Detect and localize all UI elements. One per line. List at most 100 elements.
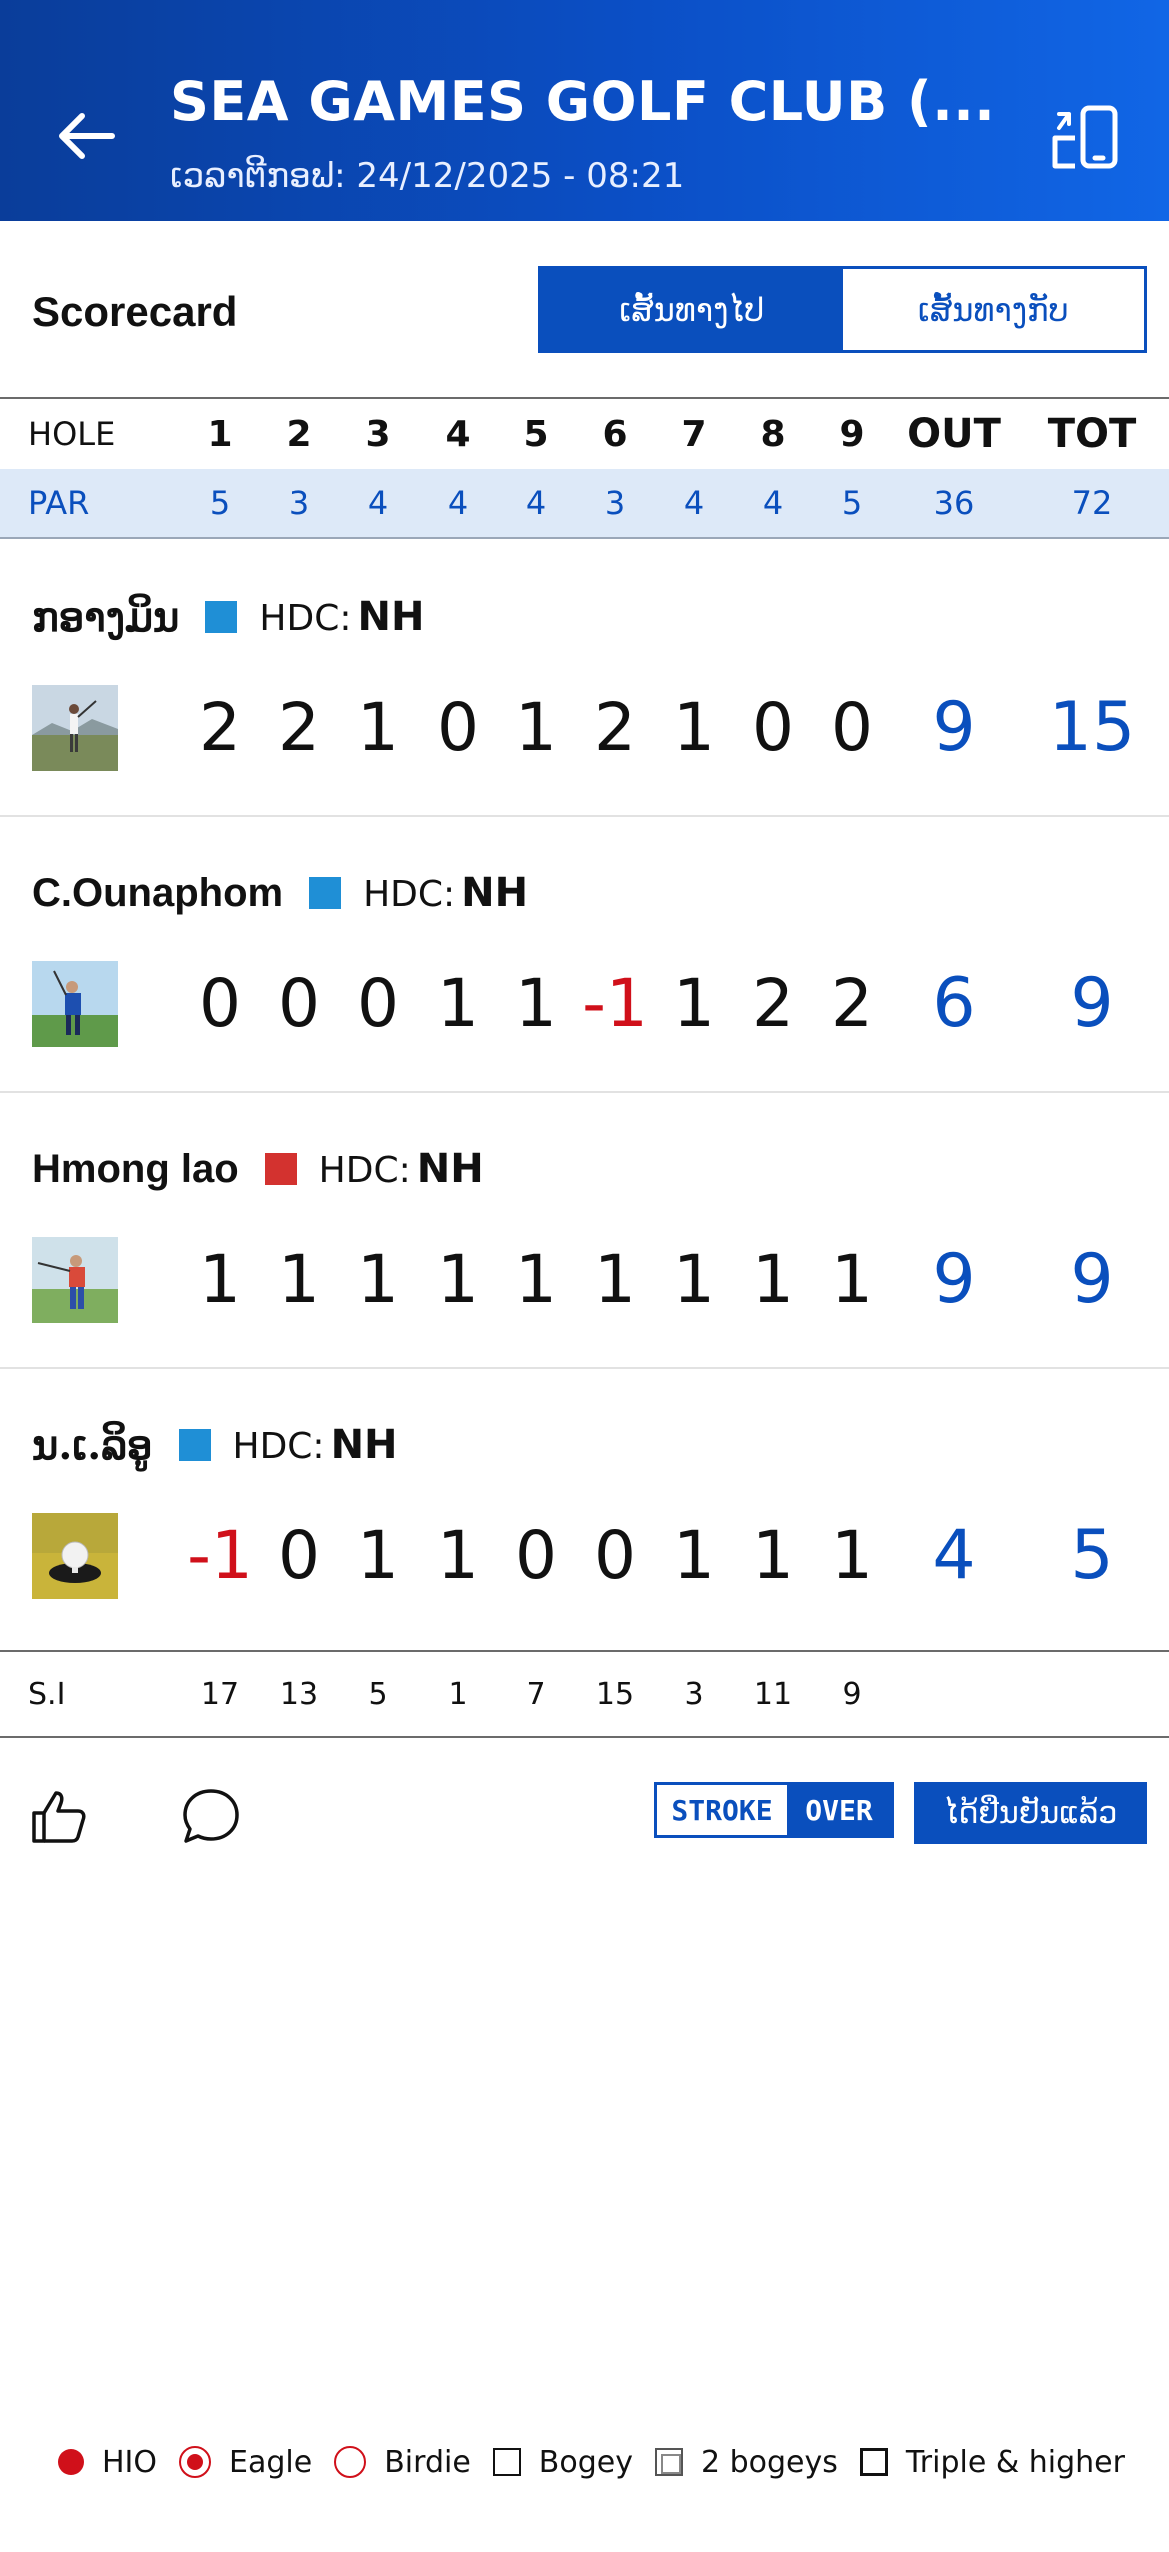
player-name[interactable]: ນ.ເ.ລິອູ: [32, 1422, 153, 1469]
hole-score: 1: [673, 688, 715, 766]
player-name[interactable]: C.Ounaphom: [32, 871, 283, 916]
hole-score: 1: [752, 1516, 794, 1594]
hole-number: 4: [445, 413, 471, 455]
tot-header: TOT: [1047, 411, 1137, 457]
hole-score: 0: [357, 964, 399, 1042]
hio-symbol-icon: [58, 2449, 84, 2475]
hole-score: 1: [357, 1240, 399, 1318]
player-hdc: HDC: NH: [233, 1422, 398, 1468]
par-value: 5: [841, 484, 863, 522]
thumbs-up-icon[interactable]: [28, 1785, 90, 1847]
hdc-value: NH: [330, 1422, 398, 1468]
hole-score: 1: [673, 1240, 715, 1318]
par-value: 4: [447, 484, 469, 522]
legend-label: Bogey: [538, 2444, 633, 2480]
player-scores: 2 2 1 0 1 2 1 0 0 9 15: [0, 671, 1169, 783]
tab-inbound[interactable]: ເສັ້ນທາງກັບ: [842, 269, 1144, 350]
player-scores: 0 0 0 1 1 -1 1 2 2 6 9: [0, 947, 1169, 1059]
hdc-value: NH: [416, 1146, 484, 1192]
par-value: 5: [209, 484, 231, 522]
hole-score: -1: [187, 1516, 253, 1594]
legend-label: HIO: [102, 2444, 158, 2480]
player-name[interactable]: Hmong lao: [32, 1147, 239, 1192]
par-value: 4: [762, 484, 784, 522]
hdc-label: HDC:: [259, 598, 352, 639]
legend-label: 2 bogeys: [700, 2444, 838, 2480]
hole-score: 0: [278, 1516, 320, 1594]
player-flag: [264, 1153, 297, 1185]
par-value: 3: [288, 484, 310, 522]
app-header: SEA GAMES GOLF CLUB (... ເວລາຕີກອຟ: 24/1…: [0, 0, 1169, 221]
out-header: OUT: [907, 411, 1001, 457]
hole-number: 7: [681, 413, 707, 455]
legend-item-birdie: Birdie: [334, 2445, 471, 2480]
legend-item-hio: HIO: [58, 2445, 157, 2480]
mode-over-button[interactable]: OVER: [787, 1785, 891, 1835]
score-mode-toggle: STROKE OVER: [654, 1782, 894, 1838]
legend-item-bogey: Bogey: [492, 2444, 633, 2480]
player-name[interactable]: ກອາງມິນ: [32, 594, 179, 641]
back-arrow-icon[interactable]: [48, 96, 128, 176]
tab-outbound[interactable]: ເສັ້ນທາງໄປ: [541, 269, 843, 350]
stroke-index-row: S.I 17 13 5 1 7 15 3 11 9: [0, 1650, 1169, 1738]
hole-number: 5: [523, 413, 549, 455]
player-header: C.Ounaphom HDC: NH: [32, 863, 528, 923]
legend-label: Eagle: [229, 2444, 313, 2480]
bogey-symbol-icon: [492, 2448, 521, 2476]
total-score: 15: [1048, 687, 1136, 767]
hole-score: 0: [752, 688, 794, 766]
eagle-symbol-icon: [179, 2446, 212, 2478]
player-row: C.Ounaphom HDC: NH 0 0 0 1 1 -1 1 2 2 6 9: [0, 817, 1169, 1093]
hole-score: 1: [831, 1516, 873, 1594]
comment-icon[interactable]: [180, 1785, 242, 1847]
route-toggle: ເສັ້ນທາງໄປ ເສັ້ນທາງກັບ: [538, 266, 1147, 353]
hdc-value: NH: [357, 594, 425, 640]
confirmed-button[interactable]: ໄດ້ຢືນຢັນແລ້ວ: [914, 1782, 1147, 1844]
tee-time: ເວລາຕີກອຟ: 24/12/2025 - 08:21: [170, 156, 684, 196]
hole-score: -1: [582, 964, 648, 1042]
hole-number: 9: [839, 413, 865, 455]
double-bogey-symbol-icon: [654, 2448, 683, 2476]
hdc-label: HDC:: [363, 874, 456, 915]
hole-label: HOLE: [28, 415, 116, 453]
player-row: ກອາງມິນ HDC: NH 2 2 1 0 1 2 1 0 0 9 15: [0, 541, 1169, 817]
hole-score: 2: [199, 688, 241, 766]
hole-score: 0: [831, 688, 873, 766]
player-flag: [178, 1429, 211, 1461]
mode-stroke-button[interactable]: STROKE: [657, 1785, 787, 1835]
hole-score: 1: [357, 1516, 399, 1594]
hole-score: 0: [594, 1516, 636, 1594]
player-hdc: HDC: NH: [259, 594, 424, 640]
tee-time-label: ເວລາຕີກອຟ:: [170, 156, 346, 196]
legend-item-2-bogeys: 2 bogeys: [654, 2444, 838, 2480]
player-hdc: HDC: NH: [363, 870, 528, 916]
hole-score: 1: [515, 688, 557, 766]
si-value: 7: [526, 1676, 546, 1712]
out-score: 9: [932, 1239, 976, 1319]
si-value: 15: [595, 1676, 635, 1712]
screen-rotate-icon[interactable]: [1045, 100, 1125, 180]
hole-score: 1: [357, 688, 399, 766]
par-label: PAR: [28, 484, 90, 522]
legend-item-triple: Triple & higher: [859, 2445, 1125, 2480]
player-hdc: HDC: NH: [319, 1146, 484, 1192]
hole-score: 1: [437, 1240, 479, 1318]
player-flag: [309, 877, 342, 909]
hole-score: 1: [594, 1240, 636, 1318]
par-value: 4: [683, 484, 705, 522]
hole-row: HOLE 1 2 3 4 5 6 7 8 9 OUT TOT: [0, 397, 1169, 469]
score-legend: HIO Eagle Birdie Bogey 2 bogeys Triple &…: [58, 2434, 1147, 2490]
hole-number: 1: [207, 413, 233, 455]
triple-bogey-symbol-icon: [859, 2448, 888, 2476]
birdie-symbol-icon: [334, 2446, 367, 2478]
par-value: 3: [604, 484, 626, 522]
player-header: ກອາງມິນ HDC: NH: [32, 587, 424, 647]
hole-score: 2: [831, 964, 873, 1042]
par-tot: 72: [1071, 484, 1113, 522]
hole-number: 2: [286, 413, 312, 455]
hdc-label: HDC:: [318, 1150, 411, 1191]
hole-score: 1: [278, 1240, 320, 1318]
par-out: 36: [933, 484, 975, 522]
si-value: 5: [368, 1676, 388, 1712]
hole-score: 2: [752, 964, 794, 1042]
